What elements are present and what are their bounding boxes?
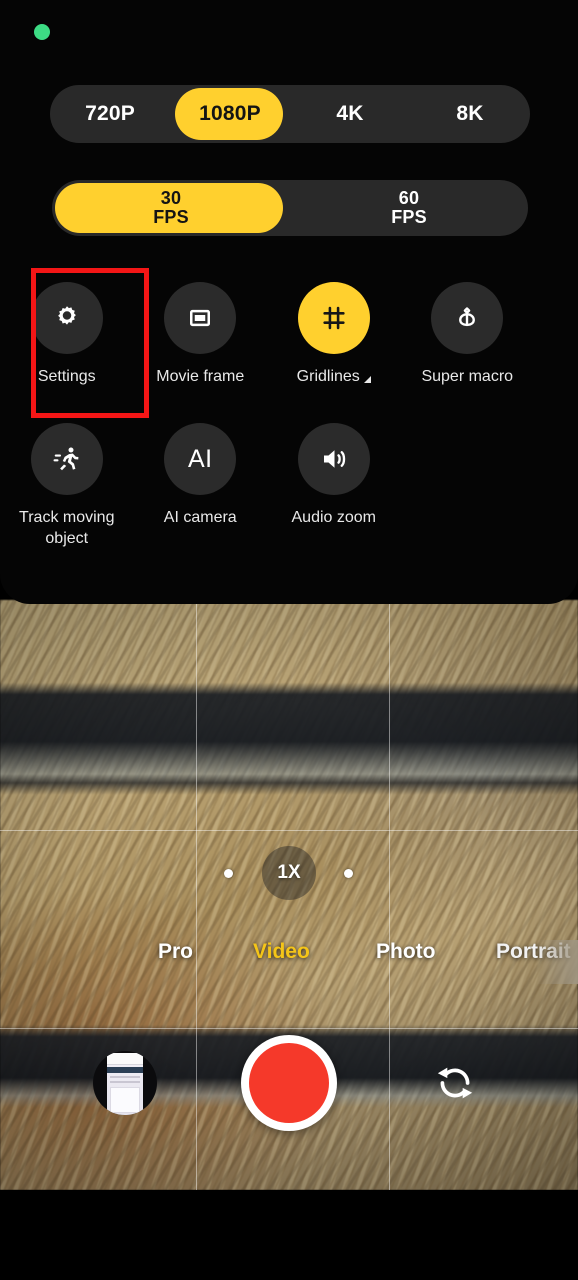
flip-camera-button[interactable] [432,1060,478,1106]
toggle-track-moving-object-label-wrap: Track moving object [7,495,127,549]
ai-icon: AI [187,444,213,473]
toggle-super-macro-label: Super macro [421,368,514,385]
toggle-row-2: Track moving object AI AI camera Audio z… [0,409,578,549]
video-settings-panel: 720P 1080P 4K 8K 30 FPS 60 FPS Settings … [0,0,578,604]
speaker-icon [323,450,345,469]
camera-mode-photo[interactable]: Photo [376,940,435,964]
toggle-settings[interactable]: Settings [0,268,134,387]
zoom-dot-right[interactable] [344,869,353,878]
camera-toggle-grid: Settings Movie frame Gridlines Super mac… [0,268,578,549]
running-person-icon [53,447,79,471]
grid-icon [323,306,345,330]
toggle-empty-slot [401,409,535,549]
toggle-gridlines-label: Gridlines [296,368,360,385]
toggle-gridlines-circle[interactable] [297,282,370,354]
toggle-super-macro-label-wrap: Super macro [421,354,513,387]
resolution-option-720p[interactable]: 720P [50,85,170,143]
toggle-settings-circle[interactable] [30,282,103,354]
toggle-ai-camera-circle[interactable]: AI [164,423,237,496]
gallery-thumbnail[interactable] [93,1051,157,1115]
toggle-movie-frame-label-wrap: Movie frame [156,354,244,387]
toggle-ai-camera-label-wrap: AI camera [164,495,237,528]
flip-camera-icon [437,1067,473,1099]
toggle-gridlines[interactable]: Gridlines [267,268,401,387]
phone-screen: 1X Pro Video Photo Portrait 720P 1080P 4… [0,0,578,1280]
thumb-card [110,1087,140,1113]
resolution-option-8k[interactable]: 8K [410,85,530,143]
flip-arrow-top [437,1067,448,1079]
camera-mode-pro[interactable]: Pro [158,940,193,964]
framerate-60-unit: FPS [391,207,427,227]
toggle-super-macro-circle[interactable] [431,282,504,354]
framerate-30-unit: FPS [153,207,189,227]
framerate-60-value: 60 [398,188,420,209]
thumb-text-line [110,1081,140,1083]
toggle-movie-frame-label: Movie frame [156,368,245,385]
camera-mode-strip[interactable]: Pro Video Photo Portrait [0,940,578,984]
toggle-ai-camera-label: AI camera [163,509,237,527]
camera-mode-video[interactable]: Video [253,940,310,964]
toggle-audio-zoom-circle[interactable] [297,423,370,496]
resolution-option-4k[interactable]: 4K [290,85,410,143]
zoom-dot-left[interactable] [224,869,233,878]
flower-icon [459,307,476,327]
toggle-row-1: Settings Movie frame Gridlines Super mac… [0,268,578,387]
toggle-movie-frame[interactable]: Movie frame [134,268,268,387]
chevron-expand-icon[interactable] [363,376,371,384]
toggle-settings-label: Settings [37,368,96,385]
framerate-option-60[interactable]: 60 FPS [290,180,528,236]
toggle-audio-zoom-label-wrap: Audio zoom [292,495,377,528]
android-navigation-bar: GADGETS TO USE [0,1190,578,1280]
toggle-gridlines-label-wrap: Gridlines [297,354,371,387]
flip-arrow-bottom [462,1087,473,1099]
toggle-track-moving-object-label: Track moving object [19,509,115,547]
recording-indicator-dot [34,24,50,40]
resolution-option-1080p[interactable]: 1080P [170,85,290,143]
toggle-track-moving-object[interactable]: Track moving object [0,409,134,549]
toggle-audio-zoom-label: Audio zoom [291,509,377,527]
toggle-ai-camera[interactable]: AI AI camera [134,409,268,549]
toggle-track-moving-object-circle[interactable] [30,423,103,496]
toggle-settings-label-wrap: Settings [38,354,96,387]
toggle-audio-zoom[interactable]: Audio zoom [267,409,401,549]
framerate-option-30[interactable]: 30 FPS [52,180,290,236]
toggle-super-macro[interactable]: Super macro [401,268,535,387]
zoom-level-label: 1X [277,862,301,883]
camera-mode-portrait[interactable]: Portrait [496,940,571,964]
gear-icon [57,306,76,325]
thumb-header [107,1053,143,1065]
movie-frame-icon [190,309,211,327]
resolution-selector[interactable]: 720P 1080P 4K 8K [50,85,530,143]
zoom-level-button[interactable]: 1X [262,846,316,900]
framerate-30-value: 30 [160,188,182,209]
thumb-text-line [110,1076,140,1078]
record-button-core [249,1043,329,1123]
toggle-movie-frame-circle[interactable] [164,282,237,354]
thumb-accent-bar [107,1067,143,1073]
record-button[interactable] [241,1035,337,1131]
framerate-selector[interactable]: 30 FPS 60 FPS [52,180,528,236]
gallery-thumbnail-image [107,1053,143,1115]
